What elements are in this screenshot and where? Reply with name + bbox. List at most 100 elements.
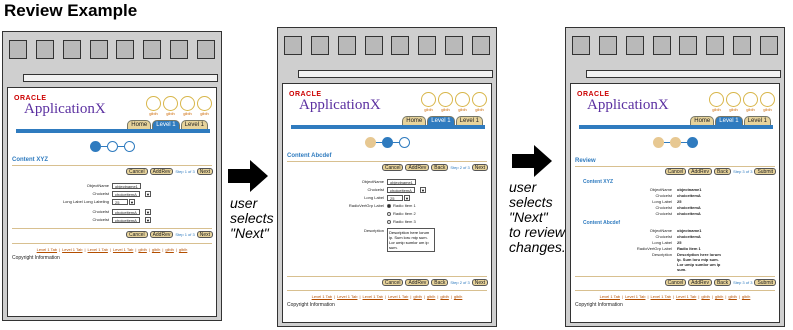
tab-level1-active[interactable]: Level 1 [152, 120, 180, 129]
footer-tab-link[interactable]: Level 1 Tab [88, 247, 108, 252]
addrev-button[interactable]: AddRev [405, 279, 430, 286]
device-keys [284, 36, 490, 55]
tab-level1[interactable]: Level 1 [455, 116, 483, 125]
global-icon [197, 96, 212, 111]
dropdown-icon[interactable]: ▼ [404, 195, 410, 201]
choice-select[interactable]: choiceitemA [112, 217, 140, 223]
footer-tab-link[interactable]: Level 1 Tab [600, 294, 620, 299]
radio-item-2[interactable]: Radio Item 2 [387, 211, 416, 216]
dropdown-icon[interactable]: ▼ [420, 187, 426, 193]
footer-global-link[interactable]: glblh [413, 294, 421, 299]
footer-global-link[interactable]: glblh [701, 294, 709, 299]
choice-select[interactable]: choiceitemA [112, 191, 140, 197]
address-bar [298, 70, 493, 78]
cancel-button[interactable]: Cancel [381, 164, 404, 171]
global-button[interactable]: glblh [472, 92, 487, 112]
footer-tab-link[interactable]: Level 1 Tab [625, 294, 645, 299]
back-button[interactable]: Back [713, 168, 732, 175]
dropdown-icon[interactable]: ▼ [129, 199, 135, 205]
tab-level1-active[interactable]: Level 1 [427, 116, 455, 125]
form-row: Long Label Long Labeling 25 ▼ [62, 199, 135, 205]
step-indicator: Step 2 of 3 [450, 280, 470, 285]
global-button[interactable]: glblh [438, 92, 453, 112]
back-button[interactable]: Back [713, 279, 732, 286]
addrev-button[interactable]: AddRev [688, 279, 712, 286]
footer-tab-link[interactable]: Level 1 Tab [113, 247, 133, 252]
global-button[interactable]: glblh [709, 92, 724, 112]
footer-links: Level 1 Tab | Level 1 Tab | Level 1 Tab | Leve… [599, 294, 751, 299]
choice-select[interactable]: choiceitemA [387, 187, 415, 193]
tab-home[interactable]: Home [402, 116, 427, 125]
cancel-button[interactable]: Cancel [125, 231, 148, 238]
footer-global-link[interactable]: glblh [715, 294, 723, 299]
global-button[interactable]: glblh [455, 92, 470, 112]
global-button[interactable]: glblh [146, 96, 161, 116]
footer-global-link[interactable]: glblh [427, 294, 435, 299]
global-button[interactable]: glblh [163, 96, 178, 116]
app-screen-1: ORACLE ApplicationX glblh glblh glblh gl… [7, 87, 217, 317]
footer-tab-link[interactable]: Level 1 Tab [651, 294, 671, 299]
next-button[interactable]: Next [196, 231, 213, 238]
divider [12, 165, 212, 166]
global-button[interactable]: glblh [197, 96, 212, 116]
addrev-button[interactable]: AddRev [688, 168, 712, 175]
tab-home[interactable]: Home [127, 120, 152, 129]
submit-button[interactable]: Submit [754, 168, 776, 175]
footer-global-link[interactable]: glblh [152, 247, 160, 252]
global-button[interactable]: glblh [421, 92, 436, 112]
dropdown-icon[interactable]: ▼ [145, 217, 151, 223]
addrev-button[interactable]: AddRev [405, 164, 430, 171]
cancel-button[interactable]: Cancel [125, 168, 148, 175]
footer-tab-link[interactable]: Level 1 Tab [37, 247, 57, 252]
footer-global-link[interactable]: glblh [440, 294, 448, 299]
footer-tab-link[interactable]: Level 1 Tab [62, 247, 82, 252]
description-textarea[interactable]: Description here lorum ip. Sum loru mip … [387, 228, 435, 252]
footer-global-link[interactable]: glblh [742, 294, 750, 299]
tab-level1-active[interactable]: Level 1 [715, 116, 743, 125]
cancel-button[interactable]: Cancel [381, 279, 404, 286]
submit-button[interactable]: Submit [754, 279, 776, 286]
footer-tab-link[interactable]: Level 1 Tab [388, 294, 408, 299]
footer-global-link[interactable]: glblh [728, 294, 736, 299]
app-screen-3: ORACLE ApplicationX glblh glblh glblh gl… [570, 83, 780, 323]
tab-level1[interactable]: Level 1 [180, 120, 208, 129]
addrev-button[interactable]: AddRev [149, 168, 174, 175]
copyright: Copyright Information [575, 302, 623, 308]
footer-tab-link[interactable]: Level 1 Tab [363, 294, 383, 299]
next-button[interactable]: Next [471, 279, 488, 286]
global-icon [472, 92, 487, 107]
footer-global-link[interactable]: glblh [165, 247, 173, 252]
footer-tab-link[interactable]: Level 1 Tab [337, 294, 357, 299]
global-button[interactable]: glblh [760, 92, 775, 112]
footer-global-link[interactable]: glblh [138, 247, 146, 252]
next-button[interactable]: Next [471, 164, 488, 171]
dropdown-icon[interactable]: ▼ [145, 191, 151, 197]
global-button[interactable]: glblh [743, 92, 758, 112]
radio-item-3[interactable]: Radio Item 3 [387, 219, 416, 224]
long-label-select[interactable]: 25 [387, 195, 403, 201]
form-row: Choicelst choiceitemA ▼ [367, 187, 426, 193]
footer-tab-link[interactable]: Level 1 Tab [676, 294, 696, 299]
tab-level1[interactable]: Level 1 [743, 116, 771, 125]
dropdown-icon[interactable]: ▼ [145, 209, 151, 215]
back-button[interactable]: Back [431, 164, 449, 171]
radio-item-1[interactable]: Radio Item 1 [387, 203, 416, 208]
objectname-input[interactable]: objectname1 [387, 179, 416, 185]
global-button[interactable]: glblh [180, 96, 195, 116]
addrev-button[interactable]: AddRev [149, 231, 174, 238]
global-button[interactable]: glblh [726, 92, 741, 112]
footer-global-link[interactable]: glblh [454, 294, 462, 299]
footer-global-link[interactable]: glblh [179, 247, 187, 252]
footer-links: Level 1 Tab | Level 1 Tab | Level 1 Tab | Leve… [311, 294, 463, 299]
long-label-select[interactable]: 25 [112, 199, 128, 205]
choice-select[interactable]: choiceitemA [112, 209, 140, 215]
cancel-button[interactable]: Cancel [664, 168, 687, 175]
back-button[interactable]: Back [431, 279, 449, 286]
app-name: ApplicationX [299, 97, 381, 113]
button-row-top: Cancel AddRev Back Step 2 of 3 Next [381, 164, 488, 171]
footer-tab-link[interactable]: Level 1 Tab [312, 294, 332, 299]
cancel-button[interactable]: Cancel [664, 279, 687, 286]
objectname-input[interactable]: objectname1 [112, 183, 141, 189]
tab-home[interactable]: Home [690, 116, 715, 125]
next-button[interactable]: Next [196, 168, 213, 175]
